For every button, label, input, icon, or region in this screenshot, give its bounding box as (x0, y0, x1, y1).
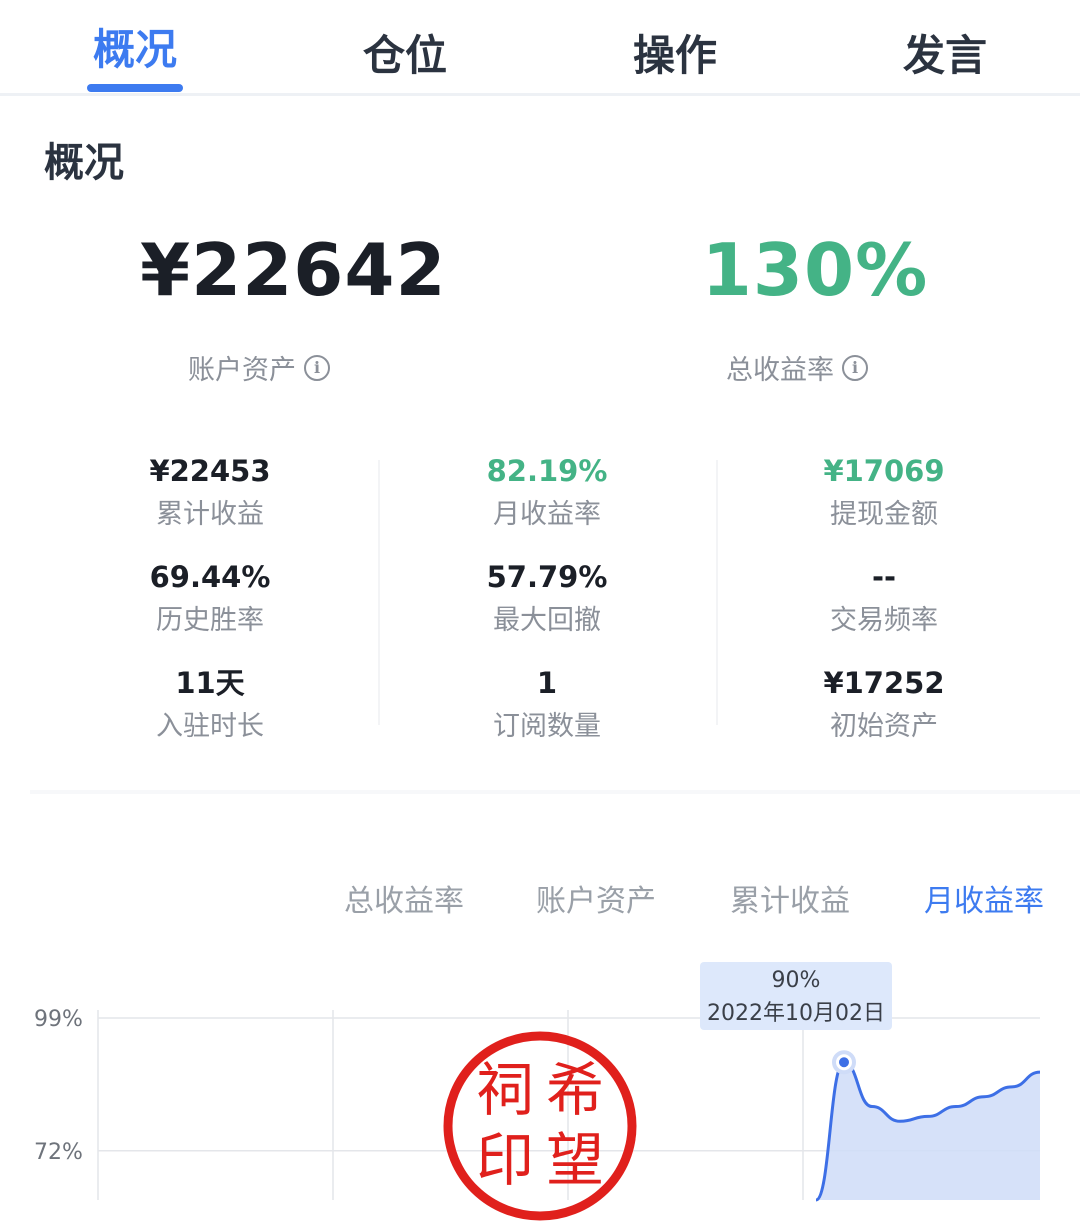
chart-tab-total-return[interactable]: 总收益率 (344, 876, 464, 920)
stat-initial-asset: ¥17252 初始资产 (784, 664, 984, 743)
red-seal-stamp: 祠希印望 (443, 1031, 637, 1221)
stat-value: 82.19% (486, 454, 608, 488)
info-icon[interactable]: i (842, 354, 868, 381)
column-divider (378, 460, 380, 725)
tab-operations[interactable]: 操作 (585, 22, 765, 83)
seal-character: 望 (546, 1126, 604, 1194)
total-return-label: 总收益率 i (726, 348, 868, 387)
tooltip-value: 90% (771, 968, 821, 993)
stat-value: ¥22453 (149, 454, 271, 488)
stat-subscribers: 1 订阅数量 (447, 664, 647, 743)
stat-value: 69.44% (149, 560, 271, 594)
stat-value: 11天 (175, 666, 245, 700)
tab-comments[interactable]: 发言 (855, 22, 1035, 83)
highlight-point (839, 1057, 849, 1068)
series-area (816, 1062, 1040, 1200)
y-tick-label: 72% (34, 1140, 83, 1165)
chart-tab-account-asset[interactable]: 账户资产 (536, 876, 656, 920)
stat-label: 月收益率 (493, 499, 601, 530)
total-return-value: 130% (701, 228, 929, 312)
section-title: 概况 (44, 140, 124, 186)
stat-withdrawal-amount: ¥17069 提现金额 (784, 452, 984, 531)
account-asset-label: 账户资产 i (188, 348, 330, 387)
tooltip-date: 2022年10月02日 (707, 1001, 885, 1026)
chart-tab-cumulative-profit[interactable]: 累计收益 (730, 876, 850, 920)
stat-value: ¥17252 (823, 666, 945, 700)
stat-value: -- (871, 560, 897, 594)
stat-label: 提现金额 (830, 499, 938, 530)
account-asset-label-text: 账户资产 (188, 355, 296, 386)
stat-value: 57.79% (486, 560, 608, 594)
chart-tab-monthly-return[interactable]: 月收益率 (924, 876, 1044, 920)
stat-label: 最大回撤 (493, 605, 601, 636)
seal-character: 祠 (476, 1056, 534, 1124)
column-divider (716, 460, 718, 725)
stat-max-drawdown: 57.79% 最大回撤 (447, 558, 647, 637)
stat-label: 入驻时长 (156, 711, 264, 742)
stat-label: 历史胜率 (156, 605, 264, 636)
stat-label: 订阅数量 (493, 711, 601, 742)
stat-win-rate: 69.44% 历史胜率 (110, 558, 310, 637)
stat-label: 累计收益 (156, 499, 264, 530)
y-tick-label: 99% (34, 1007, 83, 1032)
seal-character: 希 (546, 1056, 604, 1124)
seal-character: 印 (476, 1126, 534, 1194)
stat-monthly-return: 82.19% 月收益率 (447, 452, 647, 531)
stat-label: 交易频率 (830, 605, 938, 636)
info-icon[interactable]: i (304, 354, 330, 381)
top-tab-bar: 概况 仓位 操作 发言 (0, 0, 1080, 96)
stat-value: ¥17069 (823, 454, 945, 488)
tab-positions[interactable]: 仓位 (315, 22, 495, 83)
stat-value: 1 (536, 666, 558, 700)
stat-trade-frequency: -- 交易频率 (784, 558, 984, 637)
stat-cumulative-profit: ¥22453 累计收益 (110, 452, 310, 531)
account-asset-value: ¥22642 (140, 228, 447, 312)
chart-tooltip: 90% 2022年10月02日 (700, 962, 892, 1030)
total-return-label-text: 总收益率 (726, 355, 834, 386)
section-divider (30, 790, 1080, 794)
stat-label: 初始资产 (830, 711, 938, 742)
active-tab-indicator (87, 84, 183, 92)
tab-overview[interactable]: 概况 (45, 16, 225, 77)
stat-tenure: 11天 入驻时长 (110, 664, 310, 743)
